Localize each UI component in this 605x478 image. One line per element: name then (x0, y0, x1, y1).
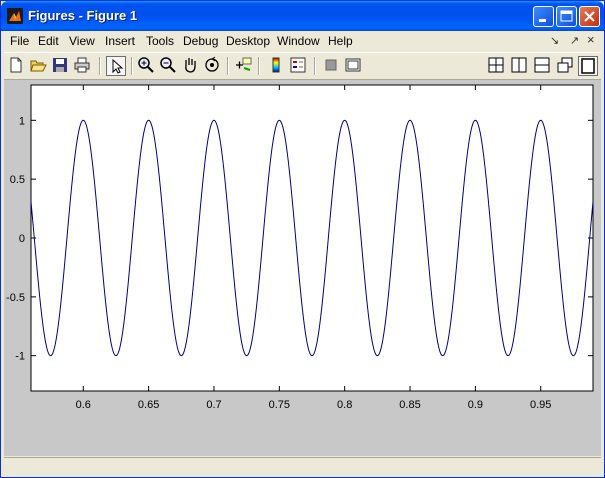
close-figure-icon[interactable]: × (587, 32, 595, 47)
y-tick-label: -0.5 (6, 292, 25, 304)
y-tick-label: 0 (19, 233, 25, 245)
top-bottom-layout-icon[interactable] (533, 56, 553, 76)
zoom-in-icon[interactable] (137, 56, 157, 76)
data-cursor-icon[interactable] (234, 56, 254, 76)
dock-icon[interactable]: ↘ (550, 34, 559, 47)
colorbar-icon[interactable] (267, 56, 287, 76)
hide-plot-tools-icon[interactable] (322, 56, 342, 76)
menu-bar: File Edit View Insert Tools Debug Deskto… (4, 31, 601, 51)
maximize-window-icon (560, 10, 573, 22)
menu-file[interactable]: File (10, 34, 29, 48)
rotate-3d-icon[interactable] (203, 56, 223, 76)
matlab-logo-icon (7, 8, 23, 24)
tile-layout-icon[interactable] (487, 56, 507, 76)
x-tick-label: 0.65 (138, 399, 159, 411)
status-bar (4, 457, 601, 476)
minimize-icon (539, 19, 546, 22)
menu-help[interactable]: Help (328, 34, 353, 48)
toolbar-separator (99, 57, 101, 75)
menu-tools[interactable]: Tools (146, 34, 174, 48)
y-tick-label: 0.5 (10, 174, 25, 186)
close-icon (584, 11, 595, 22)
x-tick-label: 0.85 (399, 399, 420, 411)
figure-canvas: 0.6 0.65 0.7 0.75 0.8 0.85 0.9 0.95 1 0.5 0 -0.5 -1 (4, 80, 601, 456)
x-tick-label: 0.75 (269, 399, 290, 411)
left-right-layout-icon[interactable] (510, 56, 530, 76)
menu-debug[interactable]: Debug (183, 34, 218, 48)
menu-window[interactable]: Window (277, 34, 320, 48)
x-tick-label: 0.7 (206, 399, 221, 411)
save-icon[interactable] (51, 56, 71, 76)
y-tick-label: 1 (19, 115, 25, 127)
x-tick-label: 0.6 (76, 399, 91, 411)
toolbar-separator (258, 57, 260, 75)
pan-hand-icon[interactable] (181, 56, 201, 76)
plot-axes[interactable] (30, 84, 594, 392)
open-folder-icon[interactable] (29, 56, 49, 76)
figure-toolbar (4, 52, 601, 80)
maximize-button[interactable] (556, 6, 577, 27)
toolbar-separator (131, 57, 133, 75)
show-plot-tools-icon[interactable] (344, 56, 364, 76)
title-bar[interactable]: Figures - Figure 1 (1, 1, 604, 31)
toolbar-separator (227, 57, 229, 75)
maximize-icon[interactable] (578, 56, 598, 76)
new-file-icon[interactable] (7, 56, 27, 76)
window-title: Figures - Figure 1 (28, 8, 138, 23)
toolbar-separator (314, 57, 316, 75)
zoom-out-icon[interactable] (159, 56, 179, 76)
line-plot[interactable]: 0.6 0.65 0.7 0.75 0.8 0.85 0.9 0.95 1 0.5 0 -0.5 -1 (4, 80, 601, 456)
y-tick-label: -1 (15, 351, 25, 363)
x-tick-label: 0.9 (468, 399, 483, 411)
x-tick-label: 0.95 (530, 399, 551, 411)
menu-edit[interactable]: Edit (38, 34, 59, 48)
print-icon[interactable] (73, 56, 93, 76)
figure-window: Figures - Figure 1 File Edit View Insert… (0, 0, 605, 478)
menu-desktop[interactable]: Desktop (226, 34, 270, 48)
menu-insert[interactable]: Insert (105, 34, 135, 48)
float-icon[interactable] (556, 56, 576, 76)
pointer-icon[interactable] (106, 56, 126, 76)
minimize-button[interactable] (533, 6, 554, 27)
menu-view[interactable]: View (69, 34, 95, 48)
x-tick-label: 0.8 (337, 399, 352, 411)
undock-icon[interactable]: ↗ (570, 34, 579, 47)
legend-icon[interactable] (289, 56, 309, 76)
close-button[interactable] (579, 6, 600, 27)
